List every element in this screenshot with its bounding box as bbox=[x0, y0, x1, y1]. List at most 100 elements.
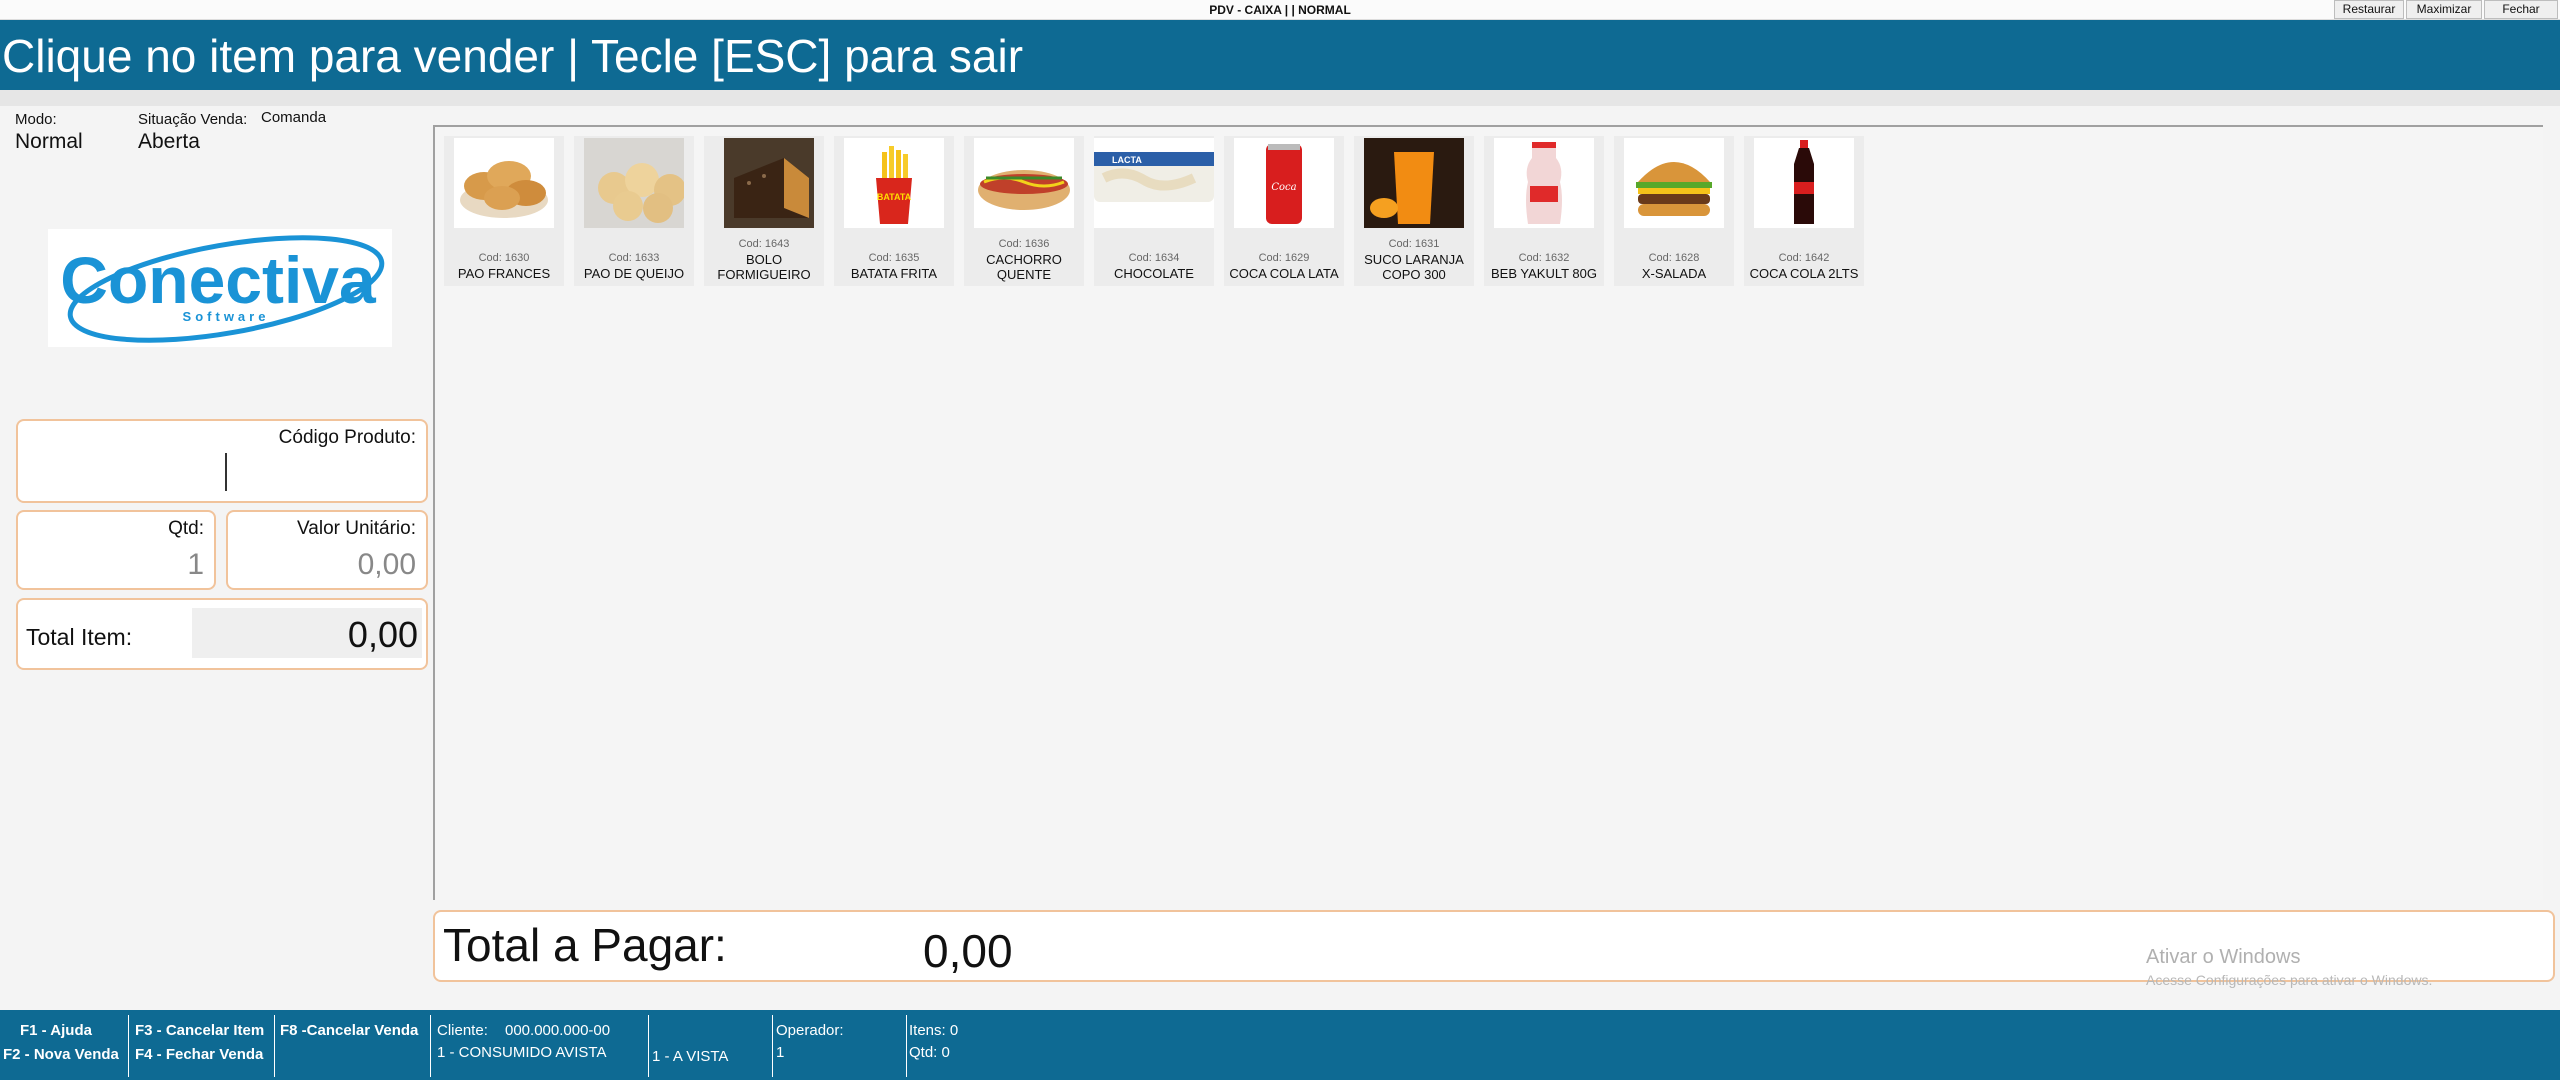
cliente-doc: 000.000.000-00 bbox=[505, 1022, 611, 1039]
product-name: COCA COLA LATA bbox=[1229, 266, 1339, 281]
quantity-field[interactable]: Qtd: 1 bbox=[16, 510, 216, 590]
product-name: SUCO LARANJA COPO 300 bbox=[1364, 252, 1464, 282]
product-item[interactable]: Cod: 1633 PAO DE QUEIJO bbox=[574, 136, 694, 286]
product-code: Cod: 1642 bbox=[1778, 252, 1830, 264]
text-cursor bbox=[225, 453, 227, 491]
fries-image: BATATA bbox=[844, 138, 944, 228]
total-item-label: Total Item: bbox=[26, 624, 133, 650]
product-name: COCA COLA 2LTS bbox=[1749, 266, 1859, 281]
product-item[interactable]: Cod: 1630 PAO FRANCES bbox=[444, 136, 564, 286]
product-item[interactable]: Cod: 1631 SUCO LARANJA COPO 300 bbox=[1354, 136, 1474, 286]
total-item-box: Total Item: 0,00 bbox=[16, 598, 428, 670]
footer-divider bbox=[128, 1015, 129, 1077]
bread-image bbox=[454, 138, 554, 228]
product-code: Cod: 1632 bbox=[1518, 252, 1570, 264]
footer-divider bbox=[274, 1015, 275, 1077]
f1-help-shortcut[interactable]: F1 - Ajuda bbox=[20, 1022, 92, 1039]
quantity-label: Qtd: bbox=[168, 518, 204, 539]
operador-label: Operador: bbox=[776, 1022, 844, 1039]
products-grid: Cod: 1630 PAO FRANCES Cod: 1633 PAO DE Q… bbox=[433, 125, 2543, 900]
modo-value: Normal bbox=[15, 130, 83, 153]
product-item[interactable]: Cod: 1636 CACHORRO QUENTE bbox=[964, 136, 1084, 286]
modo-label: Modo: bbox=[15, 111, 57, 128]
product-name: BEB YAKULT 80G bbox=[1491, 266, 1597, 281]
cheese-bread-image bbox=[584, 138, 684, 228]
soda-can-image: Coca bbox=[1234, 138, 1334, 228]
cake-image bbox=[724, 138, 814, 228]
close-button[interactable]: Fechar bbox=[2484, 0, 2558, 19]
windows-activation-title: Ativar o Windows bbox=[2146, 946, 2301, 968]
svg-text:LACTA: LACTA bbox=[1112, 155, 1142, 165]
product-item[interactable]: Coca Cod: 1629 COCA COLA LATA bbox=[1224, 136, 1344, 286]
product-code: Cod: 1631 bbox=[1388, 238, 1440, 250]
product-item[interactable]: Cod: 1628 X-SALADA bbox=[1614, 136, 1734, 286]
soda-bottle-image bbox=[1754, 138, 1854, 228]
product-code: Cod: 1629 bbox=[1258, 252, 1310, 264]
quantity-count: Qtd: 0 bbox=[909, 1044, 950, 1061]
product-code: Cod: 1630 bbox=[478, 252, 530, 264]
burger-image bbox=[1624, 138, 1724, 228]
footer-divider bbox=[906, 1015, 907, 1077]
unit-price-label: Valor Unitário: bbox=[297, 518, 416, 539]
chocolate-image: LACTA bbox=[1094, 138, 1214, 228]
unit-price-value: 0,00 bbox=[357, 548, 416, 581]
f4-close-sale-shortcut[interactable]: F4 - Fechar Venda bbox=[135, 1046, 263, 1063]
situacao-value: Aberta bbox=[138, 130, 200, 153]
yakult-image bbox=[1494, 138, 1594, 228]
unit-price-field[interactable]: Valor Unitário: 0,00 bbox=[226, 510, 428, 590]
f8-cancel-sale-shortcut[interactable]: F8 -Cancelar Venda bbox=[280, 1022, 418, 1039]
codigo-produto-field[interactable]: Código Produto: bbox=[16, 419, 428, 503]
payment-method: 1 - A VISTA bbox=[652, 1048, 729, 1065]
comanda-label: Comanda bbox=[261, 109, 327, 126]
footer-divider bbox=[430, 1015, 431, 1077]
instruction-header: Clique no item para vender | Tecle [ESC]… bbox=[0, 20, 2560, 90]
product-code: Cod: 1628 bbox=[1648, 252, 1700, 264]
product-item[interactable]: Cod: 1632 BEB YAKULT 80G bbox=[1484, 136, 1604, 286]
product-name: BATATA FRITA bbox=[850, 266, 938, 281]
product-item[interactable]: BATATA Cod: 1635 BATATA FRITA bbox=[834, 136, 954, 286]
total-item-value: 0,00 bbox=[347, 614, 418, 655]
shortcut-footer: F1 - Ajuda F2 - Nova Venda F3 - Cancelar… bbox=[0, 1010, 2560, 1080]
hotdog-image bbox=[974, 138, 1074, 228]
product-code: Cod: 1635 bbox=[868, 252, 920, 264]
f2-new-sale-shortcut[interactable]: F2 - Nova Venda bbox=[3, 1046, 119, 1063]
product-code: Cod: 1633 bbox=[608, 252, 660, 264]
cliente-label: Cliente: bbox=[437, 1022, 488, 1039]
f3-cancel-item-shortcut[interactable]: F3 - Cancelar Item bbox=[135, 1022, 264, 1039]
orange-juice-image bbox=[1364, 138, 1464, 228]
logo-name: Conectiva bbox=[60, 243, 377, 317]
product-item[interactable]: Cod: 1642 COCA COLA 2LTS bbox=[1744, 136, 1864, 286]
operador-value: 1 bbox=[776, 1044, 785, 1061]
maximize-button[interactable]: Maximizar bbox=[2406, 0, 2482, 19]
codigo-produto-label: Código Produto: bbox=[278, 427, 416, 448]
product-name: BOLO FORMIGUEIRO bbox=[717, 252, 811, 282]
product-code: Cod: 1643 bbox=[738, 238, 790, 250]
product-code: Cod: 1636 bbox=[998, 238, 1050, 250]
items-count: Itens: 0 bbox=[909, 1022, 959, 1039]
instruction-text: Clique no item para vender | Tecle [ESC]… bbox=[2, 30, 1024, 82]
footer-divider bbox=[772, 1015, 773, 1077]
svg-text:Coca: Coca bbox=[1271, 182, 1296, 193]
window-title: PDV - CAIXA | | NORMAL bbox=[1209, 3, 1351, 17]
total-pagar-value: 0,00 bbox=[923, 925, 1013, 977]
product-item[interactable]: LACTA Cod: 1634 CHOCOLATE bbox=[1094, 136, 1214, 286]
situacao-label: Situação Venda: bbox=[138, 111, 248, 128]
product-name: X-SALADA bbox=[1641, 266, 1707, 281]
product-item[interactable]: Cod: 1643 BOLO FORMIGUEIRO bbox=[704, 136, 824, 286]
product-name: CHOCOLATE bbox=[1114, 266, 1194, 281]
cliente-name: 1 - CONSUMIDO AVISTA bbox=[437, 1044, 607, 1061]
restore-button[interactable]: Restaurar bbox=[2334, 0, 2404, 19]
footer-divider bbox=[648, 1015, 649, 1077]
svg-text:BATATA: BATATA bbox=[877, 192, 912, 202]
total-item-field: 0,00 bbox=[192, 608, 422, 658]
product-name: PAO DE QUEIJO bbox=[583, 266, 685, 281]
product-name: CACHORRO QUENTE bbox=[986, 252, 1062, 282]
product-code: Cod: 1634 bbox=[1128, 252, 1180, 264]
total-pagar-label: Total a Pagar: bbox=[443, 919, 727, 971]
logo-sub: Software bbox=[183, 309, 270, 324]
header-separator bbox=[0, 90, 2560, 106]
windows-activation-text: Acesse Configurações para ativar o Windo… bbox=[2146, 972, 2433, 988]
quantity-value: 1 bbox=[187, 548, 204, 581]
window-titlebar: PDV - CAIXA | | NORMAL Restaurar Maximiz… bbox=[0, 0, 2560, 20]
product-name: PAO FRANCES bbox=[457, 266, 551, 281]
